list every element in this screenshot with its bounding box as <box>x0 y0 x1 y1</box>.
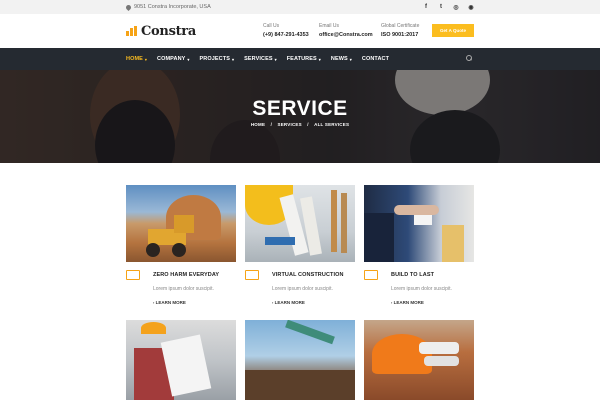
service-image-worker-blueprint[interactable] <box>126 320 236 400</box>
handshake-icon <box>364 270 378 280</box>
contact-call: Call Us (+9) 847-291-4353 <box>263 23 319 38</box>
breadcrumb: HOME / SERVICES / ALL SERVICES <box>0 122 600 127</box>
chevron-down-icon: ▾ <box>144 56 148 62</box>
contact-label: Email Us <box>319 23 340 29</box>
breadcrumb-services[interactable]: SERVICES <box>278 122 302 127</box>
service-image-excavator[interactable] <box>126 185 236 262</box>
chevron-down-icon: ▾ <box>231 56 235 62</box>
service-title: BUILD TO LAST <box>391 272 435 278</box>
logo[interactable]: Constra <box>126 24 196 39</box>
service-description: Lorem ipsum dolor suscipit. <box>391 286 452 292</box>
nav-item-services[interactable]: SERVICES ▾ <box>244 56 277 62</box>
learn-more-link[interactable]: › LEARN MORE <box>364 300 474 305</box>
nav-item-company[interactable]: COMPANY ▾ <box>157 56 190 62</box>
social-links: f t ◎ ◉ <box>423 4 474 11</box>
learn-more-link[interactable]: › LEARN MORE <box>126 300 236 305</box>
contact-label: Call Us <box>263 23 280 29</box>
chevron-right-icon: › <box>272 300 274 305</box>
chevron-down-icon: ▾ <box>187 56 190 62</box>
contact-certificate: Global Certificate ISO 9001:2017 <box>381 23 431 38</box>
chevron-down-icon: ▾ <box>274 56 277 62</box>
building-icon <box>245 270 259 280</box>
address-text: 9051 Constra Incorporate, USA <box>134 4 211 10</box>
service-image-hardhat-pipes[interactable] <box>364 320 474 400</box>
service-title: VIRTUAL CONSTRUCTION <box>272 272 344 278</box>
nav-item-news[interactable]: NEWS ▾ <box>331 56 352 62</box>
breadcrumb-current: ALL SERVICES <box>314 122 350 127</box>
service-image-handshake[interactable] <box>364 185 474 262</box>
certificate-value: ISO 9001:2017 <box>381 32 419 38</box>
chevron-down-icon: ▾ <box>318 56 321 62</box>
service-card: ZERO HARM EVERYDAY Lorem ipsum dolor sus… <box>126 185 236 305</box>
main-nav: HOME ▾ COMPANY ▾ PROJECTS ▾ SERVICES ▾ FEATU… <box>0 48 600 70</box>
logo-mark-icon <box>126 26 138 36</box>
twitter-icon[interactable]: t <box>438 4 444 10</box>
github-icon[interactable]: ◉ <box>468 4 474 11</box>
chevron-right-icon: › <box>391 300 393 305</box>
service-description: Lorem ipsum dolor suscipit. <box>272 286 333 292</box>
breadcrumb-separator: / <box>270 122 273 127</box>
top-info-bar: 9051 Constra Incorporate, USA f t ◎ ◉ <box>0 0 600 14</box>
get-a-quote-button[interactable]: Get A Quote <box>432 24 474 37</box>
page-title: SERVICE <box>252 97 348 120</box>
safety-icon <box>126 270 140 280</box>
contact-label: Global Certificate <box>381 23 420 29</box>
site-header: Constra Call Us (+9) 847-291-4353 Email … <box>0 14 600 48</box>
address: 9051 Constra Incorporate, USA <box>124 3 211 11</box>
chevron-down-icon: ▾ <box>349 56 352 62</box>
service-description: Lorem ipsum dolor suscipit. <box>153 286 214 292</box>
breadcrumb-home[interactable]: HOME <box>251 122 265 127</box>
chevron-right-icon: › <box>153 300 155 305</box>
service-image-hardhat-blueprints[interactable] <box>245 185 355 262</box>
nav-item-contact[interactable]: CONTACT <box>362 56 389 62</box>
service-title: ZERO HARM EVERYDAY <box>153 272 220 278</box>
nav-item-home[interactable]: HOME ▾ <box>126 56 147 62</box>
nav-item-projects[interactable]: PROJECTS ▾ <box>200 56 235 62</box>
contact-phone[interactable]: (+9) 847-291-4353 <box>263 32 319 38</box>
search-icon[interactable] <box>466 55 472 61</box>
service-card: VIRTUAL CONSTRUCTION Lorem ipsum dolor s… <box>245 185 355 305</box>
service-image-demolition[interactable] <box>245 320 355 400</box>
location-pin-icon <box>124 3 133 11</box>
logo-text: Constra <box>141 23 196 39</box>
header-contacts: Call Us (+9) 847-291-4353 Email Us offic… <box>263 23 431 38</box>
instagram-icon[interactable]: ◎ <box>453 4 459 11</box>
facebook-icon[interactable]: f <box>423 4 429 10</box>
learn-more-link[interactable]: › LEARN MORE <box>245 300 355 305</box>
contact-email: Email Us office@Constra.com <box>319 23 381 38</box>
nav-item-features[interactable]: FEATURES ▾ <box>287 56 321 62</box>
page-banner: SERVICE HOME / SERVICES / ALL SERVICES <box>0 70 600 163</box>
contact-email-address[interactable]: office@Constra.com <box>319 32 381 38</box>
service-card: BUILD TO LAST Lorem ipsum dolor suscipit… <box>364 185 474 305</box>
breadcrumb-separator: / <box>307 122 309 127</box>
